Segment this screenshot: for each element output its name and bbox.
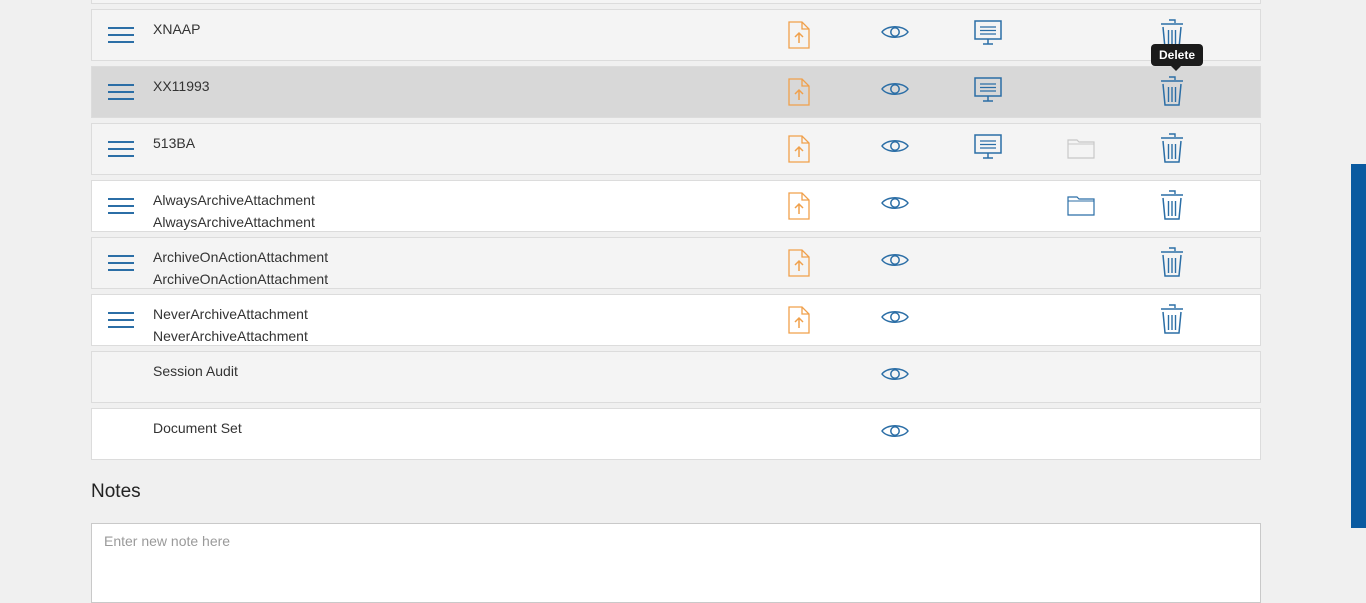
trash-icon[interactable]	[1160, 190, 1188, 220]
scrollbar-thumb[interactable]	[1351, 164, 1366, 528]
drag-handle-icon[interactable]	[108, 198, 134, 216]
folder-icon	[1067, 137, 1095, 167]
document-name: 513BA	[153, 132, 195, 154]
drag-handle-icon[interactable]	[108, 27, 134, 45]
trash-icon[interactable]	[1160, 76, 1188, 106]
upload-file-icon[interactable]	[788, 192, 816, 222]
notes-title: Notes	[91, 481, 141, 502]
document-title: 513BA	[153, 135, 196, 151]
eye-icon[interactable]	[881, 251, 909, 281]
document-row: Document Set	[91, 408, 1261, 460]
previous-row-edge	[91, 0, 1261, 4]
document-name: XNAAP	[153, 18, 200, 40]
trash-icon[interactable]	[1160, 133, 1188, 163]
document-row: 513BA	[91, 123, 1261, 175]
document-name: Session Audit	[153, 360, 238, 382]
upload-file-icon[interactable]	[788, 306, 816, 336]
eye-icon[interactable]	[881, 137, 909, 167]
document-name: NeverArchiveAttachment NeverArchiveAttach…	[153, 303, 308, 347]
note-input[interactable]	[91, 523, 1261, 603]
document-row: XX11993	[91, 66, 1261, 118]
document-subtitle: NeverArchiveAttachment	[153, 328, 308, 344]
eye-icon[interactable]	[881, 308, 909, 338]
document-title: NeverArchiveAttachment	[153, 306, 308, 322]
document-title: XNAAP	[153, 21, 201, 37]
drag-handle-icon[interactable]	[108, 312, 134, 330]
document-name: AlwaysArchiveAttachment AlwaysArchiveAtta…	[153, 189, 315, 233]
eye-icon[interactable]	[881, 365, 909, 395]
document-row: XNAAP	[91, 9, 1261, 61]
trash-icon[interactable]	[1160, 304, 1188, 334]
trash-icon[interactable]	[1160, 247, 1188, 277]
folder-icon[interactable]	[1067, 194, 1095, 224]
upload-file-icon[interactable]	[788, 78, 816, 108]
eye-icon[interactable]	[881, 23, 909, 53]
presentation-icon[interactable]	[974, 20, 1002, 50]
document-title: AlwaysArchiveAttachment	[153, 192, 315, 208]
document-row: NeverArchiveAttachment NeverArchiveAttach…	[91, 294, 1261, 346]
drag-handle-icon[interactable]	[108, 84, 134, 102]
document-name: XX11993	[153, 75, 210, 97]
eye-icon[interactable]	[881, 80, 909, 110]
document-subtitle: AlwaysArchiveAttachment	[153, 214, 315, 230]
document-title: XX11993	[153, 78, 210, 94]
document-name: Document Set	[153, 417, 242, 439]
document-title: Document Set	[153, 420, 242, 436]
document-row: ArchiveOnActionAttachment ArchiveOnAction…	[91, 237, 1261, 289]
document-title: ArchiveOnActionAttachment	[153, 249, 329, 265]
delete-tooltip: Delete	[1151, 44, 1204, 71]
upload-file-icon[interactable]	[788, 21, 816, 51]
document-row: AlwaysArchiveAttachment AlwaysArchiveAtta…	[91, 180, 1261, 232]
document-row: Session Audit	[91, 351, 1261, 403]
document-subtitle: ArchiveOnActionAttachment	[153, 271, 329, 287]
document-title: Session Audit	[153, 363, 238, 379]
eye-icon[interactable]	[881, 422, 909, 452]
upload-file-icon[interactable]	[788, 249, 816, 279]
drag-handle-icon[interactable]	[108, 141, 134, 159]
upload-file-icon[interactable]	[788, 135, 816, 165]
eye-icon[interactable]	[881, 194, 909, 224]
drag-handle-icon[interactable]	[108, 255, 134, 273]
presentation-icon[interactable]	[974, 134, 1002, 164]
presentation-icon[interactable]	[974, 77, 1002, 107]
document-name: ArchiveOnActionAttachment ArchiveOnAction…	[153, 246, 328, 290]
